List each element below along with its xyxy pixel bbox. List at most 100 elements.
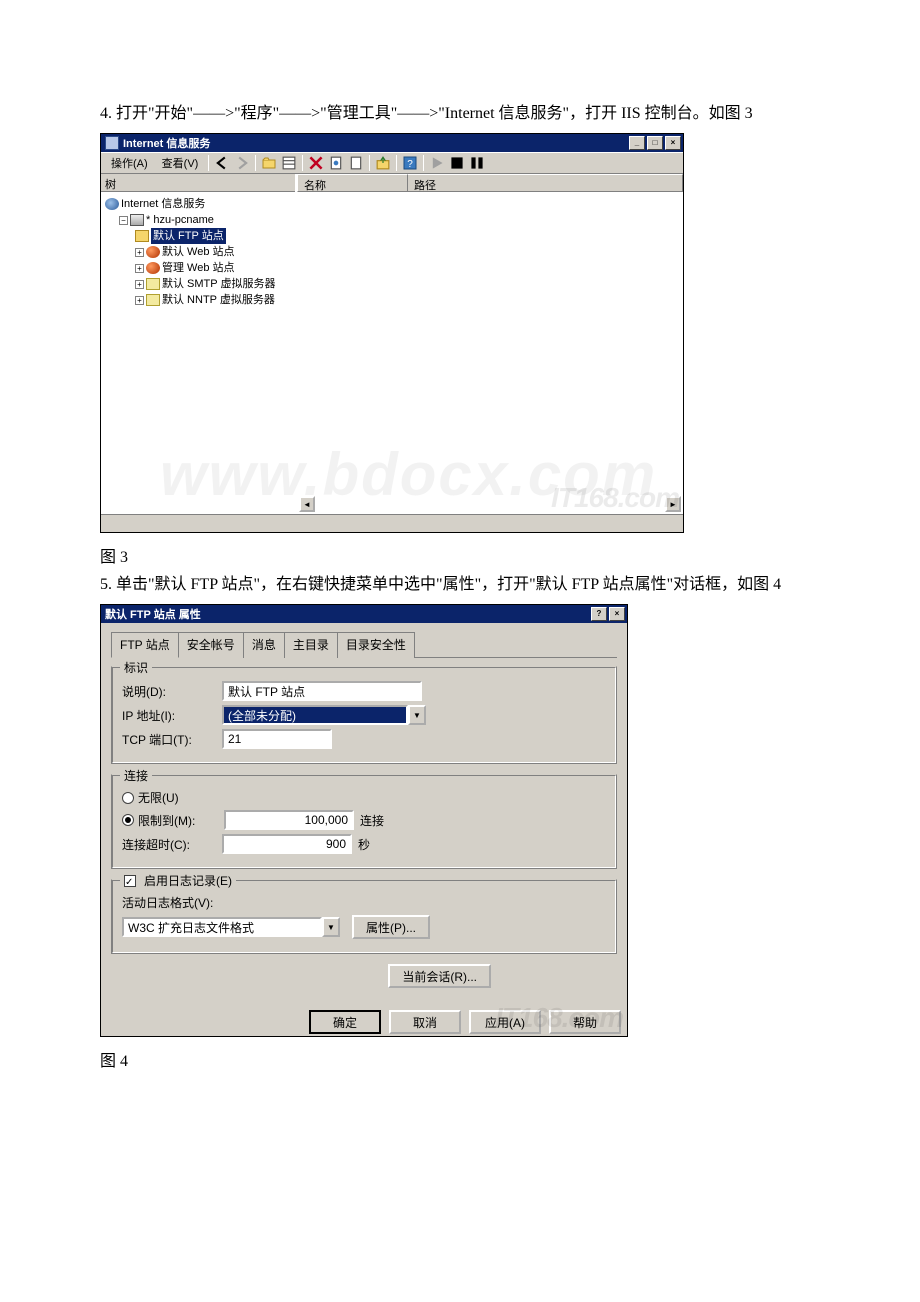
context-help-button[interactable]: ? <box>591 607 607 621</box>
tcp-port-input[interactable] <box>222 729 332 749</box>
unlimited-radio[interactable] <box>122 792 134 804</box>
paragraph-step5: 5. 单击"默认 FTP 站点"，在右键快捷菜单中选中"属性"，打开"默认 FT… <box>100 571 820 598</box>
toolbar-separator <box>369 155 370 171</box>
scroll-left-button[interactable]: ◄ <box>299 496 315 512</box>
tab-home-directory[interactable]: 主目录 <box>284 632 338 658</box>
current-sessions-button[interactable]: 当前会话(R)... <box>388 964 491 988</box>
apply-button[interactable]: 应用(A) <box>469 1010 541 1034</box>
cancel-button[interactable]: 取消 <box>389 1010 461 1034</box>
properties-icon <box>329 156 343 170</box>
help-button[interactable]: ? <box>401 154 419 172</box>
toolbar-separator <box>396 155 397 171</box>
stop-button[interactable] <box>448 154 466 172</box>
window-title: Internet 信息服务 <box>123 135 210 151</box>
ip-address-select[interactable]: (全部未分配) <box>222 705 408 725</box>
computer-icon <box>130 214 144 226</box>
list-icon <box>282 156 296 170</box>
connection-timeout-label: 连接超时(C): <box>122 836 222 853</box>
start-button[interactable] <box>428 154 446 172</box>
mail-icon <box>146 278 160 290</box>
minimize-button[interactable]: _ <box>629 136 645 150</box>
description-label: 说明(D): <box>122 683 222 700</box>
show-hide-button[interactable] <box>280 154 298 172</box>
menu-view[interactable]: 查看(V) <box>156 153 205 173</box>
list-headers: 名称 路径 <box>297 174 683 192</box>
enable-logging-checkbox[interactable] <box>124 875 136 887</box>
description-input[interactable] <box>222 681 422 701</box>
expand-icon[interactable]: + <box>135 264 144 273</box>
collapse-icon[interactable]: − <box>119 216 128 225</box>
arrow-left-icon <box>215 156 229 170</box>
tree-label: 默认 Web 站点 <box>162 244 235 260</box>
tab-ftp-site[interactable]: FTP 站点 <box>111 632 179 658</box>
web-site-icon <box>146 246 160 258</box>
logging-group: 启用日志记录(E) 活动日志格式(V): W3C 扩充日志文件格式▼ 属性(P)… <box>111 879 617 954</box>
tree-root[interactable]: Internet 信息服务 <box>105 196 293 212</box>
back-button[interactable] <box>213 154 231 172</box>
tree-web-site[interactable]: + 默认 Web 站点 <box>105 244 293 260</box>
column-name[interactable]: 名称 <box>298 174 408 191</box>
group-title-connection: 连接 <box>120 767 152 784</box>
forward-button[interactable] <box>233 154 251 172</box>
tab-directory-security[interactable]: 目录安全性 <box>337 632 415 658</box>
tree-label-selected: 默认 FTP 站点 <box>151 228 226 244</box>
group-title-logging: 启用日志记录(E) <box>120 872 236 889</box>
chevron-down-icon[interactable]: ▼ <box>408 705 426 725</box>
status-bar <box>101 514 683 532</box>
chevron-down-icon[interactable]: ▼ <box>322 917 340 937</box>
column-path[interactable]: 路径 <box>408 174 683 191</box>
tree-host[interactable]: − * hzu-pcname <box>105 212 293 228</box>
expand-icon[interactable]: + <box>135 296 144 305</box>
expand-icon[interactable]: + <box>135 280 144 289</box>
active-log-format-label: 活动日志格式(V): <box>122 894 213 911</box>
toolbar-separator <box>423 155 424 171</box>
connection-limit-input[interactable] <box>224 810 354 830</box>
news-icon <box>146 294 160 306</box>
active-log-format-select[interactable]: W3C 扩充日志文件格式 <box>122 917 322 937</box>
tree-label: 默认 NNTP 虚拟服务器 <box>162 292 275 308</box>
tree-ftp-site[interactable]: 默认 FTP 站点 <box>105 228 293 244</box>
iis-mmc-window: Internet 信息服务 _ □ × 操作(A) 查看(V) ? 树 Inte… <box>100 133 684 533</box>
ok-button[interactable]: 确定 <box>309 1010 381 1034</box>
close-button[interactable]: × <box>609 607 625 621</box>
toolbar-separator <box>208 155 209 171</box>
list-pane: 名称 路径 ◄ ► IT168.com <box>297 174 683 514</box>
toolbar-separator <box>302 155 303 171</box>
watermark-text: IT168.com <box>551 482 679 514</box>
tree-label: 管理 Web 站点 <box>162 260 235 276</box>
enable-logging-label: 启用日志记录(E) <box>144 872 232 889</box>
ftp-icon <box>135 230 149 242</box>
tab-security-accounts[interactable]: 安全帐号 <box>178 632 244 658</box>
web-site-icon <box>146 262 160 274</box>
properties-button[interactable] <box>327 154 345 172</box>
tree-smtp[interactable]: + 默认 SMTP 虚拟服务器 <box>105 276 293 292</box>
tree-label: * hzu-pcname <box>146 212 214 228</box>
close-button[interactable]: × <box>665 136 681 150</box>
maximize-button[interactable]: □ <box>647 136 663 150</box>
tree-nntp[interactable]: + 默认 NNTP 虚拟服务器 <box>105 292 293 308</box>
limited-radio[interactable] <box>122 814 134 826</box>
dialog-titlebar[interactable]: 默认 FTP 站点 属性 ? × <box>101 605 627 623</box>
identification-group: 标识 说明(D): IP 地址(I): (全部未分配)▼ TCP 端口(T): <box>111 666 617 764</box>
connection-limit-unit: 连接 <box>360 812 384 829</box>
scroll-right-button[interactable]: ► <box>665 496 681 512</box>
delete-button[interactable] <box>307 154 325 172</box>
refresh-button[interactable] <box>347 154 365 172</box>
menu-action[interactable]: 操作(A) <box>105 153 154 173</box>
export-button[interactable] <box>374 154 392 172</box>
tab-strip: FTP 站点 安全帐号 消息 主目录 目录安全性 <box>111 631 617 658</box>
tree-admin-site[interactable]: + 管理 Web 站点 <box>105 260 293 276</box>
help-icon: ? <box>403 156 417 170</box>
tree-label: 默认 SMTP 虚拟服务器 <box>162 276 275 292</box>
window-titlebar[interactable]: Internet 信息服务 _ □ × <box>101 134 683 152</box>
tab-messages[interactable]: 消息 <box>243 632 285 658</box>
help-button[interactable]: 帮助 <box>549 1010 621 1034</box>
expand-icon[interactable]: + <box>135 248 144 257</box>
pause-button[interactable] <box>468 154 486 172</box>
tree-header: 树 <box>101 174 295 192</box>
connection-timeout-input[interactable] <box>222 834 352 854</box>
tree: Internet 信息服务 − * hzu-pcname 默认 FTP 站点 + 默… <box>101 192 295 312</box>
log-properties-button[interactable]: 属性(P)... <box>352 915 430 939</box>
up-button[interactable] <box>260 154 278 172</box>
delete-icon <box>309 156 323 170</box>
